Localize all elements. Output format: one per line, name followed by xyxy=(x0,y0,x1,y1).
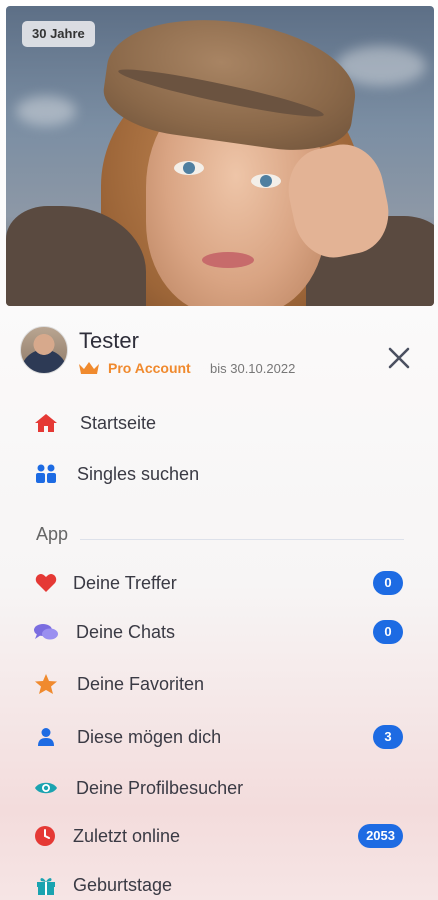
eye-icon xyxy=(33,777,59,799)
user-name: Tester xyxy=(79,328,139,353)
menu-label: Deine Chats xyxy=(76,622,176,642)
count-badge: 0 xyxy=(373,620,403,644)
count-badge: 2053 xyxy=(358,824,403,848)
menu-item-startseite[interactable]: Startseite xyxy=(0,403,438,443)
pro-expiry-date: bis 30.10.2022 xyxy=(210,361,296,376)
home-icon xyxy=(33,412,59,434)
user-header: Tester Pro Account bis 30.10.2022 xyxy=(20,326,420,376)
count-badge: 3 xyxy=(373,725,403,749)
menu-label: Deine Treffer xyxy=(73,573,177,593)
heart-icon xyxy=(33,572,59,594)
profile-photo[interactable]: 30 Jahre xyxy=(6,6,434,306)
menu-label: Geburtstage xyxy=(73,875,173,895)
menu-label: Singles suchen xyxy=(77,464,200,484)
app-frame: 30 Jahre Tester Pro Account bis 30.10.20… xyxy=(0,0,438,900)
chat-icon xyxy=(33,621,59,643)
avatar[interactable] xyxy=(20,326,68,374)
close-icon[interactable] xyxy=(385,344,413,372)
user-icon xyxy=(33,726,59,748)
menu-label: Diese mögen dich xyxy=(77,727,222,747)
menu-label: Deine Profilbesucher xyxy=(76,778,244,798)
menu-item-deine-chats[interactable]: Deine Chats 0 xyxy=(0,612,438,652)
section-title-app: App xyxy=(36,524,69,544)
people-icon xyxy=(33,463,59,485)
menu-label: Zuletzt online xyxy=(73,826,181,846)
menu-item-geburtstage[interactable]: Geburtstage xyxy=(0,865,438,900)
star-icon xyxy=(33,673,59,695)
menu-item-deine-treffer[interactable]: Deine Treffer 0 xyxy=(0,563,438,603)
menu-item-singles-suchen[interactable]: Singles suchen xyxy=(0,454,438,494)
section-divider xyxy=(80,539,404,540)
count-badge: 0 xyxy=(373,571,403,595)
menu-label: Startseite xyxy=(80,413,157,433)
menu-item-deine-profilbesucher[interactable]: Deine Profilbesucher xyxy=(0,768,438,808)
pro-account-label: Pro Account xyxy=(108,360,191,376)
menu-item-deine-favoriten[interactable]: Deine Favoriten xyxy=(0,664,438,704)
menu-item-zuletzt-online[interactable]: Zuletzt online 2053 xyxy=(0,816,438,856)
side-menu: Tester Pro Account bis 30.10.2022 Starts… xyxy=(0,306,438,900)
menu-label: Deine Favoriten xyxy=(77,674,205,694)
crown-icon xyxy=(79,362,99,374)
age-badge: 30 Jahre xyxy=(22,21,95,47)
gift-icon xyxy=(33,874,59,896)
menu-item-diese-moegen-dich[interactable]: Diese mögen dich 3 xyxy=(0,717,438,757)
clock-icon xyxy=(32,825,58,847)
